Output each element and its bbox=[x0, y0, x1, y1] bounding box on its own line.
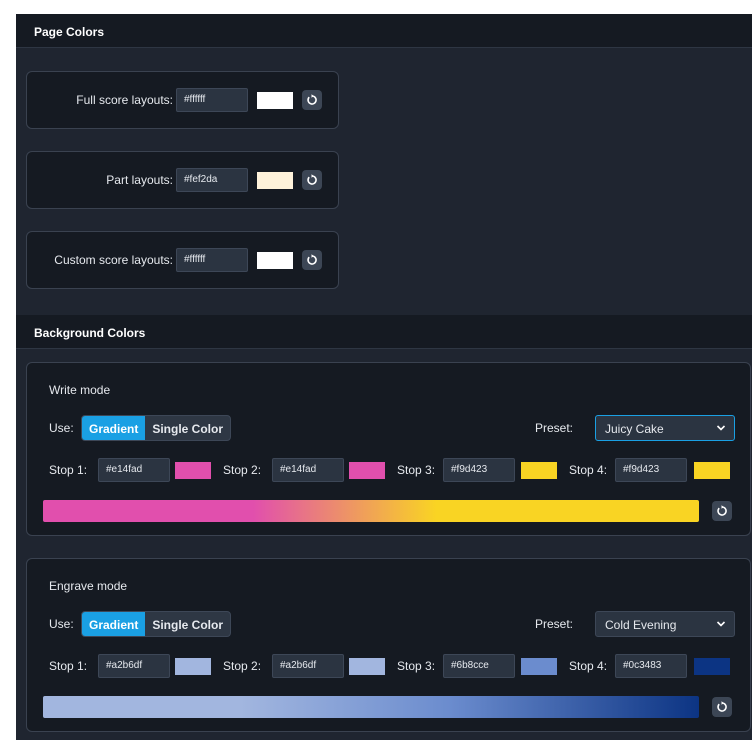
full-score-layouts-card: Full score layouts: #ffffff bbox=[26, 71, 339, 129]
engrave-stop2-hex-input[interactable]: #a2b6df bbox=[272, 654, 344, 678]
write-preset-select[interactable]: Juicy Cake bbox=[595, 415, 735, 441]
custom-score-color-swatch[interactable] bbox=[257, 252, 293, 269]
full-score-color-swatch[interactable] bbox=[257, 92, 293, 109]
part-layouts-hex-input[interactable]: #fef2da bbox=[176, 168, 248, 192]
engrave-stop4-hex-input[interactable]: #0c3483 bbox=[615, 654, 687, 678]
write-stop4-swatch[interactable] bbox=[694, 462, 730, 479]
background-colors-header: Background Colors bbox=[16, 315, 752, 349]
page-colors-header: Page Colors bbox=[16, 14, 752, 48]
write-gradient-preview bbox=[43, 500, 699, 522]
engrave-preset-select[interactable]: Cold Evening bbox=[595, 611, 735, 637]
write-reset-button[interactable] bbox=[712, 501, 732, 521]
reset-icon bbox=[717, 505, 727, 516]
engrave-reset-button[interactable] bbox=[712, 697, 732, 717]
engrave-mode-title: Engrave mode bbox=[49, 579, 128, 593]
engrave-mode-toggle: Gradient Single Color bbox=[81, 611, 232, 637]
custom-score-hex-input[interactable]: #ffffff bbox=[176, 248, 248, 272]
engrave-single-color-button[interactable]: Single Color bbox=[145, 612, 230, 636]
write-stop1-swatch[interactable] bbox=[175, 462, 211, 479]
engrave-preset-label: Preset: bbox=[535, 617, 574, 631]
write-stop4-label: Stop 4: bbox=[569, 463, 608, 477]
chevron-down-icon bbox=[716, 425, 726, 431]
engrave-stop2-swatch[interactable] bbox=[349, 658, 385, 675]
custom-score-reset-button[interactable] bbox=[302, 250, 322, 270]
write-stop3-hex-input[interactable]: #f9d423 bbox=[443, 458, 515, 482]
reset-icon bbox=[307, 254, 317, 265]
write-stop2-label: Stop 2: bbox=[223, 463, 262, 477]
write-gradient-button[interactable]: Gradient bbox=[82, 416, 146, 440]
write-stop1-label: Stop 1: bbox=[49, 463, 88, 477]
engrave-gradient-preview bbox=[43, 696, 699, 718]
write-use-label: Use: bbox=[49, 421, 74, 435]
write-preset-label: Preset: bbox=[535, 421, 574, 435]
engrave-stop4-label: Stop 4: bbox=[569, 659, 608, 673]
engrave-stop3-hex-input[interactable]: #6b8cce bbox=[443, 654, 515, 678]
engrave-stop3-swatch[interactable] bbox=[521, 658, 557, 675]
write-mode-toggle: Gradient Single Color bbox=[81, 415, 232, 441]
reset-icon bbox=[307, 94, 317, 105]
write-stop4-hex-input[interactable]: #f9d423 bbox=[615, 458, 687, 482]
part-layouts-card: Part layouts: #fef2da bbox=[26, 151, 339, 209]
full-score-hex-input[interactable]: #ffffff bbox=[176, 88, 248, 112]
page-colors-title: Page Colors bbox=[34, 25, 105, 39]
engrave-stop4-swatch[interactable] bbox=[694, 658, 730, 675]
chevron-down-icon bbox=[716, 621, 726, 627]
write-stop3-label: Stop 3: bbox=[397, 463, 436, 477]
write-stop2-swatch[interactable] bbox=[349, 462, 385, 479]
write-stop3-swatch[interactable] bbox=[521, 462, 557, 479]
custom-score-layouts-label: Custom score layouts: bbox=[54, 253, 173, 267]
engrave-stop1-hex-input[interactable]: #a2b6df bbox=[98, 654, 170, 678]
write-stop2-hex-input[interactable]: #e14fad bbox=[272, 458, 344, 482]
engrave-use-label: Use: bbox=[49, 617, 74, 631]
part-layouts-color-swatch[interactable] bbox=[257, 172, 293, 189]
preferences-panel: Page Colors Full score layouts: #ffffff … bbox=[16, 14, 752, 740]
part-layouts-label: Part layouts: bbox=[106, 173, 173, 187]
full-score-layouts-label: Full score layouts: bbox=[76, 93, 173, 107]
engrave-stop1-label: Stop 1: bbox=[49, 659, 88, 673]
engrave-gradient-button[interactable]: Gradient bbox=[82, 612, 146, 636]
engrave-stop3-label: Stop 3: bbox=[397, 659, 436, 673]
write-preset-value: Juicy Cake bbox=[605, 422, 664, 436]
write-mode-card: Write mode Use: Gradient Single Color Pr… bbox=[26, 362, 751, 536]
part-layouts-reset-button[interactable] bbox=[302, 170, 322, 190]
reset-icon bbox=[717, 701, 727, 712]
reset-icon bbox=[307, 174, 317, 185]
engrave-stop2-label: Stop 2: bbox=[223, 659, 262, 673]
engrave-stop1-swatch[interactable] bbox=[175, 658, 211, 675]
custom-score-layouts-card: Custom score layouts: #ffffff bbox=[26, 231, 339, 289]
write-mode-title: Write mode bbox=[49, 383, 111, 397]
full-score-reset-button[interactable] bbox=[302, 90, 322, 110]
engrave-preset-value: Cold Evening bbox=[605, 618, 677, 632]
engrave-mode-card: Engrave mode Use: Gradient Single Color … bbox=[26, 558, 751, 732]
background-colors-title: Background Colors bbox=[34, 326, 146, 340]
write-single-color-button[interactable]: Single Color bbox=[145, 416, 230, 440]
write-stop1-hex-input[interactable]: #e14fad bbox=[98, 458, 170, 482]
